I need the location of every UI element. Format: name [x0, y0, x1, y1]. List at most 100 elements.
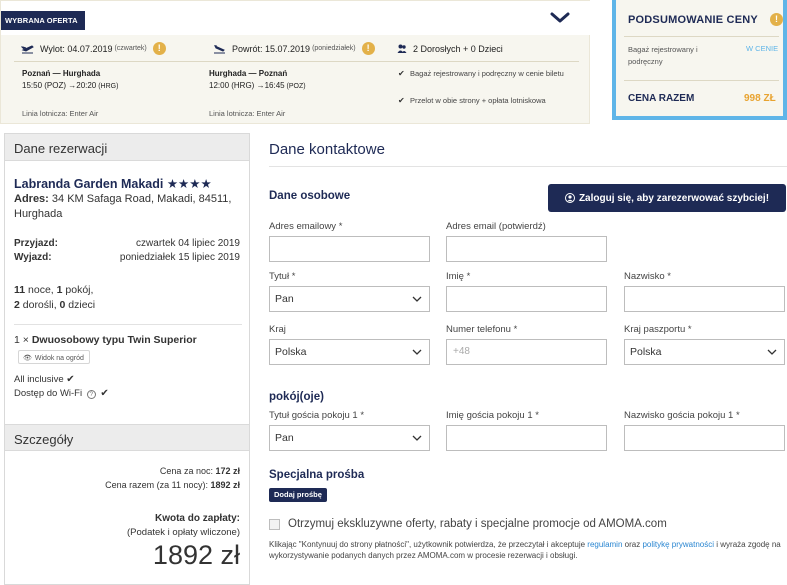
consent-checkbox[interactable]	[269, 518, 280, 530]
legal-text: oraz	[622, 540, 643, 549]
price-total: Cena razem (za 11 nocy): 1892 zł	[105, 480, 240, 490]
total-label: Cena razem (za 11 nocy):	[105, 480, 211, 490]
email-confirm-label: Adres email (potwierdź)	[446, 221, 546, 232]
check-icon: ✔	[66, 374, 75, 385]
outbound-times-tail: (HRG)	[96, 83, 119, 90]
marketing-consent[interactable]: Otrzymuj ekskluzywne oferty, rabaty i sp…	[269, 518, 667, 530]
address-label: Adres:	[14, 193, 49, 205]
outbound-airline: Linia lotnicza: Enter Air	[22, 109, 99, 118]
hotel-name[interactable]: Labranda Garden Makadi ★★★★	[14, 176, 212, 191]
title-select[interactable]: Pan	[269, 286, 430, 312]
total-value: 1892 zł	[210, 480, 240, 490]
departure-label: Wyjazd:	[14, 252, 52, 263]
room-type: 1 × Dwuosobowy typu Twin Superior	[14, 334, 197, 346]
info-icon[interactable]: !	[770, 13, 783, 26]
reservation-header: Dane rezerwacji	[5, 134, 249, 161]
email-label: Adres emailowy *	[269, 221, 343, 232]
rooms-text: pokój,	[62, 284, 94, 296]
eye-icon: 👁	[23, 355, 32, 362]
guest-first-name-label: Imię gościa pokoju 1 *	[446, 410, 539, 421]
board-text: All inclusive	[14, 374, 64, 385]
passengers-bar: 2 Dorosłych + 0 Dzieci	[397, 38, 503, 59]
plane-landing-icon	[213, 44, 225, 53]
outbound-route-name: Poznań — Hurghada	[22, 69, 101, 78]
info-icon[interactable]: !	[152, 42, 166, 55]
login-button[interactable]: Zaloguj się, aby zarezerwować szybciej!	[548, 184, 786, 212]
offer-bullet: ✔ Przelot w obie strony + opłata lotnisk…	[398, 95, 578, 106]
guest-title-label: Tytuł gościa pokoju 1 *	[269, 410, 365, 421]
privacy-link[interactable]: politykę prywatności	[642, 540, 714, 549]
phone-label: Numer telefonu *	[446, 324, 518, 335]
legal-notice: Klikając "Kontynuuj do strony płatności"…	[269, 539, 784, 561]
departure-row: Wyjazd: poniedziałek 15 lipiec 2019	[14, 252, 240, 263]
per-night-label: Cena za noc:	[159, 466, 216, 476]
country-label: Kraj	[269, 324, 286, 335]
arrival-row: Przyjazd: czwartek 04 lipiec 2019	[14, 238, 240, 249]
contact-title: Dane kontaktowe	[269, 141, 385, 158]
amount-due-note: (Podatek i opłaty wliczone)	[127, 527, 240, 538]
guest-first-name-field[interactable]	[446, 425, 607, 451]
check-icon: ✔	[100, 388, 109, 399]
offer-bullet-text: Bagaż rejestrowany i podręczny w cenie b…	[410, 69, 564, 78]
price-summary: PODSUMOWANIE CENY ! Bagaż rejestrowany i…	[612, 0, 787, 120]
chevron-down-icon	[412, 349, 422, 355]
arrival-value: czwartek 04 lipiec 2019	[136, 238, 240, 249]
passengers-icon	[397, 44, 407, 53]
email-field[interactable]	[269, 236, 430, 262]
first-name-field[interactable]	[446, 286, 607, 312]
outbound-route: Poznań — Hurghada 15:50 (POZ) →20:20 (HR…	[22, 68, 118, 93]
last-name-label: Nazwisko *	[624, 271, 671, 282]
outbound-times: 15:50 (POZ) →20:20	[22, 81, 97, 90]
arrival-label: Przyjazd:	[14, 238, 58, 249]
chevron-down-icon	[412, 435, 422, 441]
country-select[interactable]: Polska	[269, 339, 430, 365]
return-flight-bar: Powrót: 15.07.2019 (poniedziałek) !	[213, 38, 375, 59]
add-request-button[interactable]: Dodaj prośbę	[269, 488, 327, 502]
offer-bullet: ✔ Bagaż rejestrowany i podręczny w cenie…	[398, 68, 570, 79]
offer-badge: WYBRANA OFERTA	[1, 11, 85, 30]
guest-title-value: Pan	[275, 432, 294, 444]
divider	[14, 324, 242, 325]
check-icon: ✔	[398, 69, 405, 78]
chevron-down-icon[interactable]	[549, 9, 571, 27]
email-confirm-field[interactable]	[446, 236, 607, 262]
room-view-text: Widok na ogród	[34, 354, 84, 362]
outbound-flight-bar: Wylot: 04.07.2019 (czwartek) !	[21, 38, 166, 59]
guest-last-name-field[interactable]	[624, 425, 785, 451]
selected-offer-panel: WYBRANA OFERTA Wylot: 04.07.2019 (czwart…	[0, 0, 591, 124]
amount-due-value: 1892 zł	[152, 540, 240, 570]
check-icon: ✔	[398, 96, 405, 105]
offer-bullet-text: Przelot w obie strony + opłata lotniskow…	[410, 96, 546, 105]
room-view-tag: 👁 Widok na ogród	[18, 350, 90, 364]
guest-last-name-label: Nazwisko gościa pokoju 1 *	[624, 410, 740, 421]
stay-summary: 11 noce, 1 pokój, 2 dorośli, 0 dzieci	[14, 283, 95, 313]
country-select-value: Polska	[275, 346, 307, 358]
room-quantity: 1 ×	[14, 334, 32, 346]
guest-title-select[interactable]: Pan	[269, 425, 430, 451]
rooms-heading: pokój(oje)	[269, 391, 324, 403]
nights-text: noce,	[25, 284, 57, 296]
return-airline: Linia lotnicza: Enter Air	[209, 109, 286, 118]
wifi-feature: Dostęp do Wi-Fi ? ✔	[14, 388, 109, 399]
baggage-label: Bagaż rejestrowany i podręczny	[628, 45, 698, 66]
nights-count: 11	[14, 284, 26, 296]
user-icon	[564, 193, 575, 203]
outbound-label: Wylot: 04.07.2019	[40, 43, 113, 54]
adults-text: dorośli,	[19, 299, 60, 311]
outbound-day: (czwartek)	[114, 45, 147, 52]
passport-country-value: Polska	[630, 346, 662, 358]
return-times: 12:00 (HRG) →16:45	[209, 81, 285, 90]
question-icon[interactable]: ?	[86, 390, 96, 399]
board-feature: All inclusive ✔	[14, 374, 75, 385]
total-price-value: 998 ZŁ	[744, 93, 776, 104]
room-type-name: Dwuosobowy typu Twin Superior	[31, 334, 197, 346]
info-icon[interactable]: !	[361, 42, 375, 55]
passport-country-select[interactable]: Polska	[624, 339, 785, 365]
return-times-tail: (POZ)	[284, 83, 306, 90]
return-route-name: Hurghada — Poznań	[209, 69, 288, 78]
phone-field[interactable]: +48	[446, 339, 607, 365]
terms-link[interactable]: regulamin	[587, 540, 622, 549]
last-name-field[interactable]	[624, 286, 785, 312]
plane-takeoff-icon	[21, 44, 34, 53]
return-day: (poniedziałek)	[312, 45, 356, 52]
